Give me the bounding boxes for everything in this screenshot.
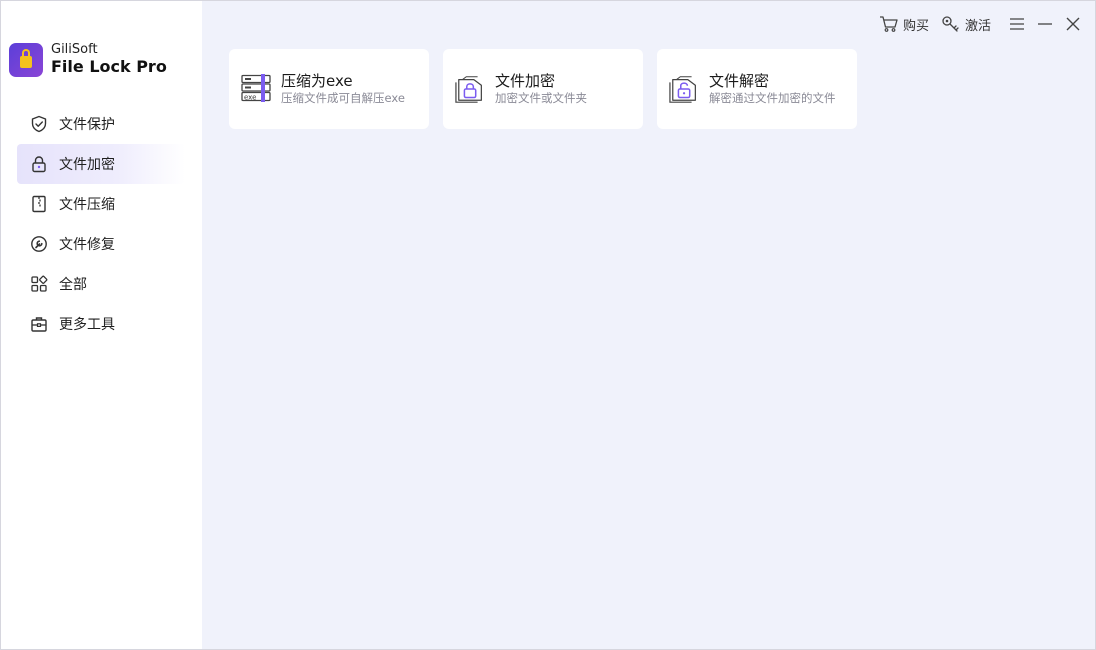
- sidebar-item-file-encrypt[interactable]: 文件加密: [17, 144, 185, 184]
- key-icon: [942, 16, 959, 32]
- file-unlock-icon: [669, 73, 701, 105]
- feature-cards: exe 压缩为exe 压缩文件成可自解压exe 文件加密 加密文件或文件夹 文件…: [229, 49, 871, 129]
- sidebar-item-file-repair[interactable]: 文件修复: [17, 224, 185, 264]
- brand-company: GiliSoft: [51, 42, 98, 58]
- file-decrypt-card[interactable]: 文件解密 解密通过文件加密的文件: [657, 49, 857, 129]
- brand-product: File Lock Pro: [51, 57, 167, 77]
- grid-icon: [30, 275, 48, 293]
- buy-label: 购买: [902, 18, 929, 34]
- menu-button[interactable]: [1007, 14, 1027, 34]
- app-logo-icon: [9, 43, 43, 77]
- card-title: 文件加密: [495, 72, 556, 91]
- activate-label: 激活: [964, 18, 991, 34]
- brand: GiliSoft File Lock Pro: [9, 42, 167, 77]
- minimize-button[interactable]: [1035, 14, 1055, 34]
- menu-icon: [1010, 18, 1024, 30]
- app-window: GiliSoft File Lock Pro 文件保护 文件加密 文件压缩 文件…: [0, 0, 1096, 650]
- shield-icon: [30, 115, 48, 133]
- compress-to-exe-card[interactable]: exe 压缩为exe 压缩文件成可自解压exe: [229, 49, 429, 129]
- sidebar-item-file-protect[interactable]: 文件保护: [17, 104, 185, 144]
- card-desc: 加密文件或文件夹: [495, 91, 587, 106]
- sidebar-item-all[interactable]: 全部: [17, 264, 185, 304]
- main-panel: 购买 激活 exe 压缩为exe 压缩文件成可自解压exe 文件加密 加密文件或…: [202, 1, 1095, 649]
- file-lock-icon: [455, 73, 487, 105]
- buy-button[interactable]: 购买: [879, 15, 929, 34]
- file-encrypt-card[interactable]: 文件加密 加密文件或文件夹: [443, 49, 643, 129]
- close-button[interactable]: [1063, 14, 1083, 34]
- zip-file-icon: [30, 195, 48, 213]
- sidebar-item-label: 文件加密: [59, 157, 115, 173]
- sidebar-item-label: 更多工具: [59, 317, 115, 333]
- card-title: 压缩为exe: [281, 72, 353, 91]
- sidebar-item-label: 文件压缩: [59, 197, 115, 213]
- exe-archive-icon: exe: [241, 73, 273, 105]
- sidebar-item-label: 全部: [59, 277, 87, 293]
- card-desc: 压缩文件成可自解压exe: [281, 91, 405, 106]
- cart-icon: [879, 16, 898, 32]
- toolbox-icon: [30, 315, 48, 333]
- top-toolbar: 购买 激活: [867, 13, 1083, 35]
- sidebar-nav: 文件保护 文件加密 文件压缩 文件修复 全部 更多工具: [17, 104, 185, 344]
- sidebar-item-label: 文件保护: [59, 117, 115, 133]
- svg-text:exe: exe: [244, 94, 256, 102]
- minimize-icon: [1038, 23, 1052, 25]
- card-desc: 解密通过文件加密的文件: [709, 91, 836, 106]
- activate-button[interactable]: 激活: [941, 15, 991, 34]
- card-title: 文件解密: [709, 72, 770, 91]
- wrench-icon: [30, 235, 48, 253]
- sidebar: GiliSoft File Lock Pro 文件保护 文件加密 文件压缩 文件…: [1, 1, 202, 649]
- sidebar-item-label: 文件修复: [59, 237, 115, 253]
- sidebar-item-more-tools[interactable]: 更多工具: [17, 304, 185, 344]
- lock-icon: [30, 155, 48, 173]
- sidebar-item-file-compress[interactable]: 文件压缩: [17, 184, 185, 224]
- close-icon: [1066, 17, 1080, 31]
